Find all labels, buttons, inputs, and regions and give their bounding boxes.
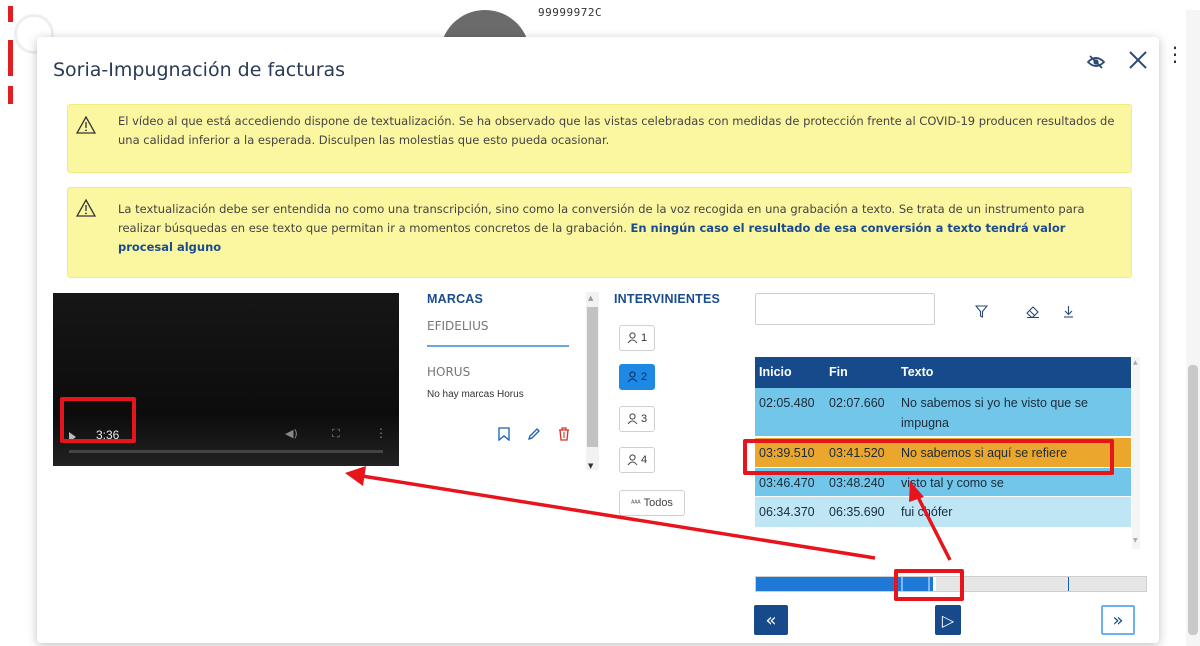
bookmark-icon[interactable] — [497, 427, 511, 441]
interviniente-label: 2 — [640, 371, 648, 383]
table-row-selected[interactable]: 03:39.510 03:41.520 No sabemos si aquí s… — [755, 438, 1131, 467]
timeline-cursor[interactable] — [933, 577, 936, 591]
intervinientes-panel: INTERVINIENTES 1 2 3 4 ᴬᴬᴬ Todos — [614, 292, 764, 516]
transcript-table: Inicio Fin Texto 02:05.480 02:07.660 No … — [755, 357, 1140, 549]
page: 99999972C ⋮ Soria-Impugnación de factura… — [0, 0, 1200, 646]
cell-text: No sabemos si yo he visto que se impugna — [901, 396, 1088, 430]
table-header: Inicio Fin Texto — [755, 357, 1131, 388]
trash-icon[interactable] — [557, 427, 571, 441]
background-red-marker — [8, 86, 13, 104]
notice-textualization: La textualización debe ser entendida no … — [67, 187, 1132, 278]
person-icon — [627, 454, 638, 466]
notice-covid: El vídeo al que está accediendo dispone … — [67, 104, 1132, 173]
previous-button[interactable]: « — [754, 605, 788, 635]
video-current-time: 3:36 — [96, 428, 120, 442]
interviniente-label: 4 — [640, 454, 648, 466]
timeline-segment-marker — [928, 577, 930, 591]
person-icon — [627, 371, 638, 383]
column-header-fin: Fin — [829, 365, 848, 379]
timeline-segment-marker — [901, 577, 903, 591]
cell-text: visto tal y como se — [901, 476, 1004, 490]
scroll-down-icon[interactable]: ▼ — [588, 462, 593, 470]
record-id: 99999972C — [538, 6, 603, 19]
interviniente-4-button[interactable]: 4 — [619, 447, 655, 473]
cell-start: 03:46.470 — [759, 476, 815, 490]
marcas-title: MARCAS — [427, 292, 484, 306]
table-scrollbar[interactable] — [1132, 357, 1140, 549]
timeline-segment-marker — [1068, 577, 1069, 591]
interviniente-3-button[interactable]: 3 — [619, 406, 655, 432]
todos-label: Todos — [643, 497, 673, 509]
todos-button[interactable]: ᴬᴬᴬ Todos — [619, 490, 685, 516]
interviniente-1-button[interactable]: 1 — [619, 325, 655, 351]
play-icon[interactable] — [69, 432, 76, 442]
volume-icon[interactable]: ◀) — [285, 427, 298, 440]
cell-start: 03:39.510 — [759, 446, 815, 460]
kebab-menu-icon[interactable]: ⋮ — [1165, 44, 1185, 64]
interviniente-2-button[interactable]: 2 — [619, 364, 655, 390]
eye-slash-icon[interactable] — [1085, 51, 1107, 73]
more-options-icon[interactable]: ⋮ — [375, 426, 387, 440]
cell-text: No sabemos si aquí se refiere — [901, 446, 1068, 460]
cell-end: 03:48.240 — [829, 476, 885, 490]
notice-text: El vídeo al que está accediendo dispone … — [118, 114, 1115, 147]
marcas-actions — [497, 427, 571, 441]
scroll-up-icon[interactable]: ▲ — [1133, 359, 1138, 366]
cell-end: 03:41.520 — [829, 446, 885, 460]
next-button[interactable]: » — [1101, 605, 1135, 635]
cell-start: 06:34.370 — [759, 505, 815, 519]
page-scrollbar-thumb[interactable] — [1188, 365, 1198, 635]
modal-title: Soria-Impugnación de facturas — [53, 59, 346, 81]
background-red-marker — [8, 40, 13, 76]
warning-icon — [75, 115, 97, 140]
notice-text: La textualización debe ser entendida no … — [118, 200, 1115, 257]
table-row[interactable]: 03:46.470 03:48.240 visto tal y como se — [755, 468, 1131, 496]
close-icon[interactable] — [1125, 47, 1151, 73]
horus-title: HORUS — [427, 365, 471, 379]
cell-end: 02:07.660 — [829, 396, 885, 410]
fullscreen-icon[interactable]: ⛶ — [332, 427, 340, 441]
video-controls: 3:36 ◀) ⛶ ⋮ — [53, 426, 399, 466]
scroll-down-icon[interactable]: ▼ — [1133, 537, 1138, 544]
video-modal: Soria-Impugnación de facturas El vídeo a… — [37, 37, 1159, 643]
interviniente-label: 1 — [640, 332, 648, 344]
eraser-icon[interactable] — [1025, 303, 1041, 319]
timeline-progress — [756, 577, 936, 591]
pencil-icon[interactable] — [527, 427, 541, 441]
group-icon: ᴬᴬᴬ — [631, 499, 641, 507]
marcas-panel: MARCAS EFIDELIUS HORUS No hay marcas Hor… — [427, 292, 602, 441]
interviniente-label: 3 — [640, 413, 648, 425]
play-button[interactable]: ▷ — [935, 605, 961, 635]
table-row[interactable]: 02:05.480 02:07.660 No sabemos si yo he … — [755, 388, 1131, 436]
intervinientes-title: INTERVINIENTES — [614, 292, 721, 306]
search-input[interactable] — [755, 293, 935, 325]
marcas-scrollbar-thumb[interactable] — [587, 307, 598, 447]
filter-icon[interactable] — [973, 303, 989, 319]
column-header-inicio: Inicio — [759, 365, 792, 379]
download-icon[interactable] — [1060, 303, 1076, 319]
video-progress-bar[interactable] — [69, 450, 383, 453]
scroll-up-icon[interactable]: ▲ — [588, 294, 593, 302]
person-icon — [627, 332, 638, 344]
horus-empty-message: No hay marcas Horus — [427, 389, 524, 400]
cell-text: fui chófer — [901, 505, 953, 519]
timeline-bar[interactable] — [755, 576, 1147, 592]
column-header-texto: Texto — [901, 365, 934, 379]
person-icon — [627, 413, 638, 425]
cell-end: 06:35.690 — [829, 505, 885, 519]
background-red-marker — [8, 6, 13, 22]
warning-icon — [75, 198, 97, 223]
table-row[interactable]: 06:34.370 06:35.690 fui chófer — [755, 497, 1131, 527]
video-player[interactable]: 3:36 ◀) ⛶ ⋮ — [53, 293, 399, 466]
cell-start: 02:05.480 — [759, 396, 815, 410]
tab-efidelius[interactable]: EFIDELIUS — [427, 319, 569, 347]
